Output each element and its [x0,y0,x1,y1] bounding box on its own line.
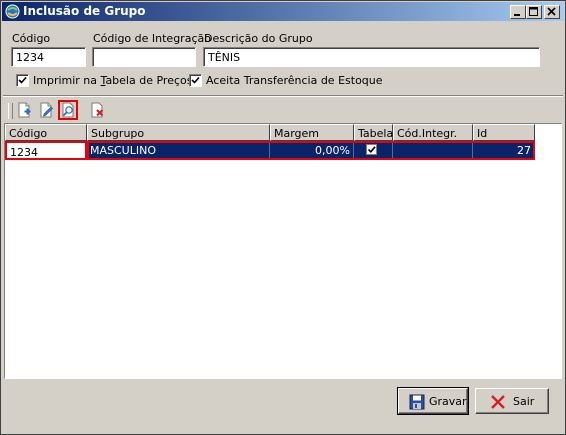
column-header-subgrupo[interactable]: Subgrupo [87,124,270,141]
toolbar-grip[interactable] [8,103,13,119]
transferencia-label: Aceita Transferência de Estoque [206,74,383,87]
close-icon [547,7,556,16]
tabela-checkbox[interactable] [366,144,377,155]
cell-tabela[interactable] [354,141,393,160]
codigo-field[interactable]: 1234 [11,47,86,67]
column-header-tabela[interactable]: Tabela [354,124,393,141]
add-button[interactable] [14,100,34,120]
maximize-button[interactable] [526,5,542,19]
delete-icon [91,102,104,118]
imprimir-label: Imprimir na Tabela de Preços [33,74,193,87]
column-header-cod-integr[interactable]: Cód.Integr. [393,124,473,141]
minimize-icon [514,14,520,16]
transferencia-checkbox-box[interactable] [189,74,202,87]
check-icon [367,146,376,153]
sair-label: Sair [513,395,535,408]
integracao-field[interactable] [92,47,196,67]
window-title: Inclusão de Grupo [23,4,146,18]
delete-button[interactable] [87,100,107,120]
codigo-label: Código [12,32,51,45]
form-divider [3,95,563,97]
title-bar[interactable]: Inclusão de Grupo [2,2,564,21]
search-icon [62,102,74,118]
grupo-window: Inclusão de Grupo Código Código de Integ… [0,0,566,435]
close-icon [491,395,505,409]
transferencia-checkbox[interactable]: Aceita Transferência de Estoque [189,74,383,87]
table-row[interactable]: 1234 MASCULINO 0,00% 27 [5,141,535,160]
edit-icon [40,102,53,118]
cell-margem[interactable]: 0,00% [270,141,354,160]
subgrupo-grid[interactable]: Código Subgrupo Margem Tabela Cód.Integr… [4,123,562,379]
minimize-button[interactable] [510,5,526,19]
search-button[interactable] [58,100,78,120]
column-header-codigo[interactable]: Código [5,124,87,141]
descricao-label: Descrição do Grupo [204,32,313,45]
save-icon [409,394,425,410]
cell-cod-integr[interactable] [393,141,473,160]
imprimir-checkbox-box[interactable] [16,74,29,87]
close-button[interactable] [544,5,560,19]
cell-id[interactable]: 27 [473,141,535,160]
gravar-button[interactable]: Gravar [397,387,469,415]
cell-subgrupo[interactable]: MASCULINO [87,141,270,160]
column-header-id[interactable]: Id [473,124,535,141]
maximize-icon [529,7,538,16]
edit-button[interactable] [36,100,56,120]
check-icon [18,76,27,84]
integracao-label: Código de Integração [93,32,211,45]
column-header-margem[interactable]: Margem [270,124,354,141]
app-icon [5,4,20,19]
cell-codigo[interactable]: 1234 [5,141,87,160]
descricao-field[interactable]: TÊNIS [203,47,540,67]
add-icon [18,102,31,118]
check-icon [191,76,200,84]
gravar-label: Gravar [429,395,467,408]
imprimir-checkbox[interactable]: Imprimir na Tabela de Preços [16,74,192,87]
grid-toolbar [7,100,127,122]
sair-button[interactable]: Sair [475,388,549,414]
